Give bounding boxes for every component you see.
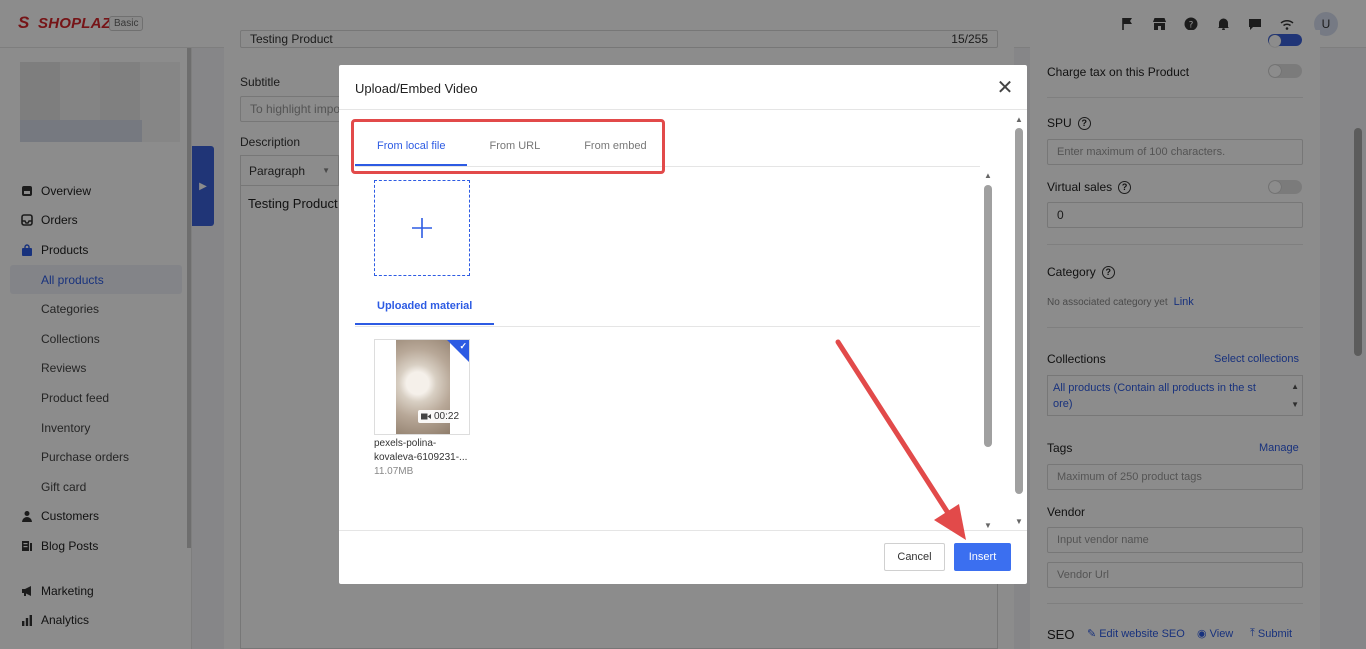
inner-scrollbar[interactable] (984, 185, 992, 447)
video-thumbnail[interactable]: ✓ 00:22 (374, 339, 470, 435)
modal-title: Upload/Embed Video (355, 81, 478, 96)
cancel-button[interactable]: Cancel (884, 543, 945, 571)
video-duration-badge: 00:22 (418, 410, 463, 423)
tabs-highlight-annotation (351, 119, 665, 174)
insert-button[interactable]: Insert (954, 543, 1011, 571)
video-file-name: pexels-polina-kovaleva-6109231-... (374, 438, 468, 463)
tab-uploaded-material[interactable]: Uploaded material (355, 294, 495, 325)
video-duration: 00:22 (434, 411, 460, 422)
video-camera-icon (421, 413, 431, 420)
modal-header-divider (339, 109, 1027, 110)
inner-scroll-up-icon[interactable]: ▲ (984, 171, 992, 180)
inner-scroll-down-icon[interactable]: ▼ (984, 521, 992, 530)
outer-scrollbar[interactable] (1015, 128, 1023, 494)
outer-scroll-down-icon[interactable]: ▼ (1015, 517, 1023, 526)
checkmark-icon: ✓ (459, 341, 467, 351)
outer-scroll-up-icon[interactable]: ▲ (1015, 115, 1023, 124)
plus-icon (412, 218, 432, 238)
modal-footer-divider (339, 530, 1027, 531)
uploaded-material-divider (355, 326, 980, 327)
close-icon[interactable]: ✕ (996, 78, 1014, 98)
upload-embed-video-modal: Upload/Embed Video ✕ From local file Fro… (339, 65, 1027, 584)
upload-add-button[interactable] (374, 180, 470, 276)
video-file-size: 11.07MB (374, 466, 414, 477)
